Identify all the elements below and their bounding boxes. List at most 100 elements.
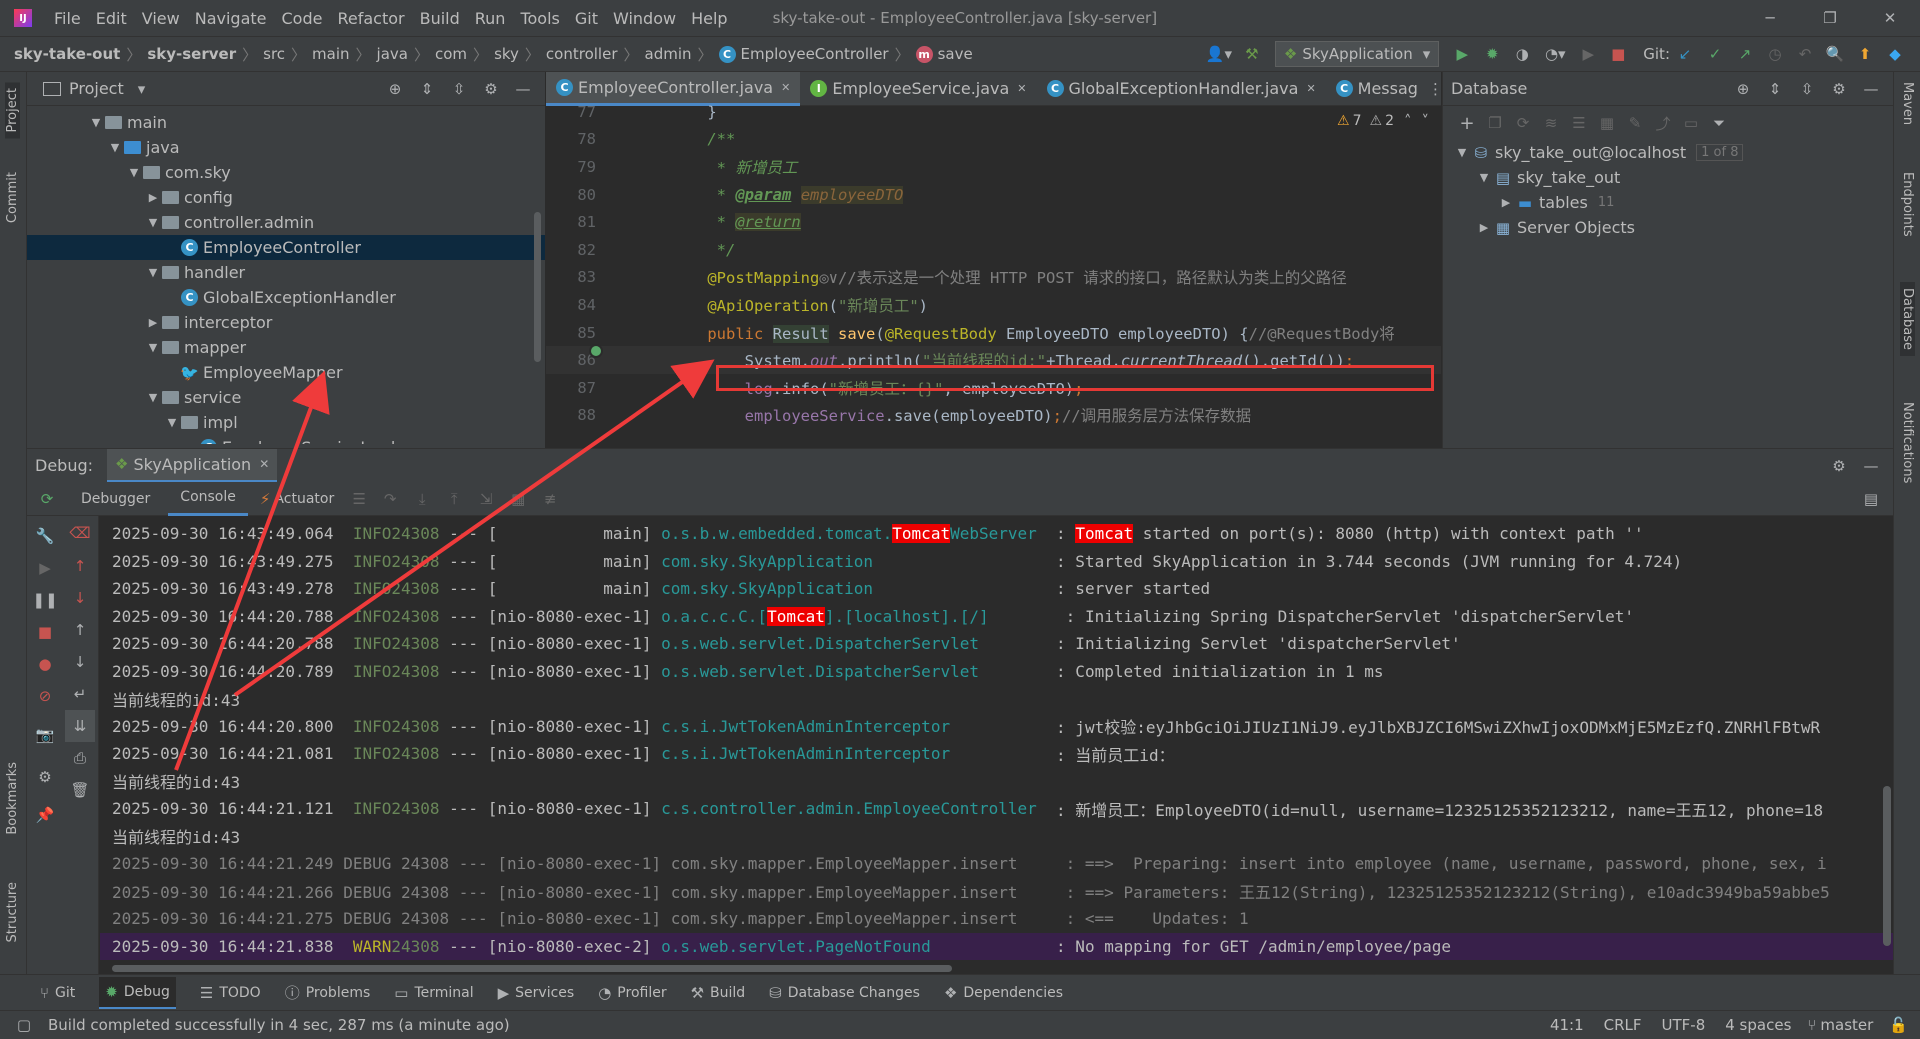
project-tree-item[interactable]: C EmployeeServiceImpl — [27, 435, 545, 444]
gear-icon[interactable]: ⚙ — [1823, 80, 1855, 98]
stop-icon[interactable]: ■ — [29, 616, 61, 648]
camera-icon[interactable]: 📷 — [29, 712, 61, 758]
breadcrumb-item[interactable]: save — [938, 45, 973, 63]
git-push-icon[interactable]: ↗ — [1730, 45, 1760, 63]
database-tree-item[interactable]: ▶ ▦ Server Objects — [1443, 215, 1893, 240]
schema-icon[interactable]: ≋ — [1537, 114, 1565, 132]
code-line[interactable]: 77 } — [546, 98, 1441, 126]
tool-window-build[interactable]: ⚒ Build — [691, 984, 746, 1002]
menu-item-edit[interactable]: Edit — [96, 9, 127, 28]
breadcrumb-item[interactable]: admin — [645, 45, 692, 63]
gear-icon[interactable]: ⚙ — [1823, 457, 1855, 475]
code-line[interactable]: 82 */ — [546, 236, 1441, 264]
chevron-down-icon[interactable]: ▼ — [87, 116, 105, 129]
close-icon[interactable]: ✕ — [259, 457, 269, 471]
filter-icon[interactable]: ⏷ — [1705, 114, 1733, 132]
code-line[interactable]: 84 @ApiOperation("新增员工") — [546, 291, 1441, 319]
debug-icon[interactable]: ✹ — [1477, 45, 1507, 63]
chevron-down-icon[interactable]: ▼ — [1453, 146, 1471, 159]
line-number[interactable]: 88 — [546, 406, 606, 424]
project-tree-item[interactable]: C GlobalExceptionHandler — [27, 285, 545, 310]
chevron-down-icon[interactable]: ˅ — [1422, 112, 1430, 130]
line-separator[interactable]: CRLF — [1604, 1016, 1642, 1034]
user-icon[interactable]: 👤▾ — [1201, 45, 1237, 63]
search-icon[interactable]: 🔍 — [1820, 45, 1850, 63]
menu-item-code[interactable]: Code — [282, 9, 323, 28]
run-config-selector[interactable]: ❖ SkyApplication ▾ — [1274, 41, 1440, 67]
rollback-icon[interactable]: ↶ — [1790, 45, 1820, 63]
scroll-up-icon[interactable]: ↑ — [65, 614, 95, 646]
menu-item-build[interactable]: Build — [420, 9, 460, 28]
breadcrumb-item[interactable]: java — [377, 45, 408, 63]
project-tree-item[interactable]: ▼ java — [27, 135, 545, 160]
console-tab[interactable]: Console — [168, 482, 248, 516]
line-number[interactable]: 77 — [546, 103, 606, 121]
resume-icon[interactable]: ▶ — [1573, 45, 1603, 63]
jetbrains-icon[interactable]: ◆ — [1880, 45, 1910, 63]
code-line[interactable]: 81 * @return — [546, 208, 1441, 236]
run-icon[interactable]: ▶ — [1447, 45, 1477, 63]
locate-icon[interactable]: ⊕ — [1727, 80, 1759, 98]
copy-icon[interactable]: ❐ — [1481, 114, 1509, 132]
line-number[interactable]: 83 — [546, 268, 606, 286]
project-tree-item[interactable]: ▼ mapper — [27, 335, 545, 360]
tool-window-services[interactable]: ▶ Services — [498, 984, 575, 1002]
code-line[interactable]: 79 * 新增员工 — [546, 153, 1441, 181]
soft-wrap-icon[interactable]: ↵ — [65, 678, 95, 710]
expand-all-icon[interactable]: ⇕ — [1759, 80, 1791, 98]
trash-icon[interactable]: 🗑 — [65, 774, 95, 806]
git-update-icon[interactable]: ↙ — [1670, 45, 1700, 63]
close-icon[interactable]: ✕ — [1306, 82, 1315, 95]
code-view[interactable]: 77 } 78 /** 79 * 新增员工 80 * @param employeeD… — [546, 98, 1441, 448]
hide-icon[interactable]: — — [1855, 80, 1887, 98]
menu-item-view[interactable]: View — [142, 9, 180, 28]
project-tree-item[interactable]: C EmployeeController — [27, 235, 545, 260]
close-icon[interactable]: ✕ — [1017, 82, 1026, 95]
console-icon[interactable]: ▭ — [1677, 114, 1705, 132]
print-icon[interactable]: ⎙ — [65, 742, 95, 774]
pin-icon[interactable]: 📌 — [29, 796, 61, 834]
chevron-right-icon[interactable]: ▶ — [144, 191, 162, 204]
database-tree-item[interactable]: ▼ ▤ sky_take_out — [1443, 165, 1893, 190]
project-tree-item[interactable]: ▼ impl — [27, 410, 545, 435]
code-line[interactable]: 85 public Result save(@RequestBody Emplo… — [546, 319, 1441, 347]
gear-icon[interactable]: ⚙ — [29, 758, 61, 796]
git-commit-icon[interactable]: ✓ — [1700, 45, 1730, 63]
step-into-icon[interactable]: ⤓ — [406, 490, 438, 508]
close-icon[interactable]: ✕ — [781, 81, 790, 94]
resume-icon[interactable]: ▶ — [29, 552, 61, 584]
profile-icon[interactable]: ◔▾ — [1537, 45, 1573, 63]
rerun-icon[interactable]: ⟳ — [31, 490, 63, 508]
project-stripe-button[interactable]: Project — [5, 82, 20, 139]
breadcrumb-item[interactable]: main — [312, 45, 349, 63]
chevron-right-icon[interactable]: ▶ — [1497, 196, 1515, 209]
menu-item-run[interactable]: Run — [475, 9, 506, 28]
line-number[interactable]: 78 — [546, 130, 606, 148]
tool-window-terminal[interactable]: ▭ Terminal — [394, 984, 473, 1002]
chevron-down-icon[interactable]: ▼ — [144, 391, 162, 404]
history-icon[interactable]: ◷ — [1760, 45, 1790, 63]
project-tree-item[interactable]: ▼ service — [27, 385, 545, 410]
wrench-icon[interactable]: 🔧 — [29, 520, 61, 552]
breadcrumb-item[interactable]: sky — [494, 45, 519, 63]
refresh-icon[interactable]: ⟳ — [1509, 114, 1537, 132]
evaluate-icon[interactable]: ▦ — [502, 490, 534, 508]
down-arrow-icon[interactable]: ↓ — [65, 582, 95, 614]
line-number[interactable]: 80 — [546, 186, 606, 204]
chevron-down-icon[interactable]: ▾ — [138, 80, 146, 98]
breadcrumb-item[interactable]: controller — [546, 45, 618, 63]
mute-breakpoints-icon[interactable]: ⊘ — [29, 680, 61, 712]
database-tree-item[interactable]: ▶ ▬ tables 11 — [1443, 190, 1893, 215]
console-vertical-scrollbar[interactable] — [1883, 786, 1891, 946]
gear-icon[interactable]: ⚙ — [475, 80, 507, 98]
menu-item-help[interactable]: Help — [691, 9, 727, 28]
tool-window-debug[interactable]: ✹ Debug — [99, 976, 176, 1009]
chevron-down-icon[interactable]: ▼ — [1475, 171, 1493, 184]
database-tree-item[interactable]: ▼ ⛁ sky_take_out@localhost 1 of 8 — [1443, 140, 1893, 165]
collapse-all-icon[interactable]: ⇳ — [1791, 80, 1823, 98]
project-tree-item[interactable]: ▶ interceptor — [27, 310, 545, 335]
actuator-tab[interactable]: Actuator — [274, 491, 334, 507]
project-panel-title[interactable]: Project — [69, 79, 124, 98]
tool-window-profiler[interactable]: ◔ Profiler — [598, 984, 666, 1002]
stack-icon[interactable]: ☰ — [1565, 114, 1593, 132]
